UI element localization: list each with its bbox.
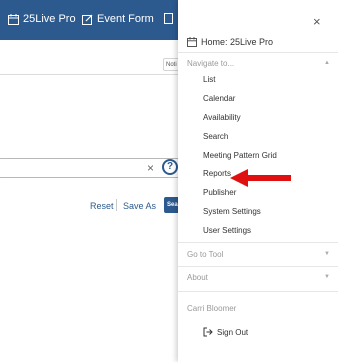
chevron-down-icon: ▼ [324, 274, 330, 280]
topbar-item-partial[interactable] [164, 13, 177, 24]
document-icon [164, 13, 173, 24]
user-name: Carri Bloomer [187, 304, 237, 313]
navigate-to-header[interactable]: Navigate to... ▲ [178, 52, 338, 74]
annotation-arrow-icon [230, 169, 291, 187]
topbar-item-event-form[interactable]: Event Form [82, 13, 154, 25]
divider [0, 74, 180, 75]
chevron-down-icon: ▼ [324, 251, 330, 257]
clear-icon[interactable]: × [147, 162, 154, 174]
nav-item-publisher[interactable]: Publisher [203, 188, 236, 198]
nav-item-reports[interactable]: Reports [203, 169, 231, 179]
chevron-up-icon: ▲ [324, 60, 330, 66]
nav-item-availability[interactable]: Availability [203, 113, 241, 123]
section-label: About [187, 272, 208, 282]
search-input[interactable] [0, 158, 182, 178]
topbar-item-label: Event Form [97, 13, 154, 25]
divider [178, 291, 338, 292]
nav-item-system-settings[interactable]: System Settings [203, 207, 261, 217]
divider [116, 199, 117, 211]
section-label: Go to Tool [187, 249, 224, 259]
about-header[interactable]: About ▼ [178, 266, 338, 288]
sign-out-link[interactable]: Sign Out [203, 327, 248, 337]
calendar-icon [8, 13, 19, 25]
sign-out-icon [203, 327, 213, 337]
go-to-tool-header[interactable]: Go to Tool ▼ [178, 243, 338, 265]
nav-item-user-settings[interactable]: User Settings [203, 226, 251, 236]
home-link[interactable]: Home: 25Live Pro [187, 37, 273, 47]
reset-link[interactable]: Reset [90, 201, 114, 211]
help-icon[interactable]: ? [162, 159, 178, 175]
home-label: Home: 25Live Pro [201, 37, 274, 47]
topbar-item-25live-pro[interactable]: 25Live Pro [8, 13, 76, 25]
section-label: Navigate to... [187, 58, 235, 68]
save-as-link[interactable]: Save As [123, 201, 156, 211]
sign-out-label: Sign Out [217, 327, 249, 337]
calendar-icon [187, 37, 197, 47]
nav-item-meeting-pattern-grid[interactable]: Meeting Pattern Grid [203, 151, 277, 161]
nav-item-search[interactable]: Search [203, 132, 228, 142]
edit-icon [82, 14, 93, 25]
nav-item-calendar[interactable]: Calendar [203, 94, 235, 104]
nav-item-list[interactable]: List [203, 75, 215, 85]
close-icon[interactable]: × [313, 15, 321, 28]
topbar-item-label: 25Live Pro [23, 13, 76, 25]
